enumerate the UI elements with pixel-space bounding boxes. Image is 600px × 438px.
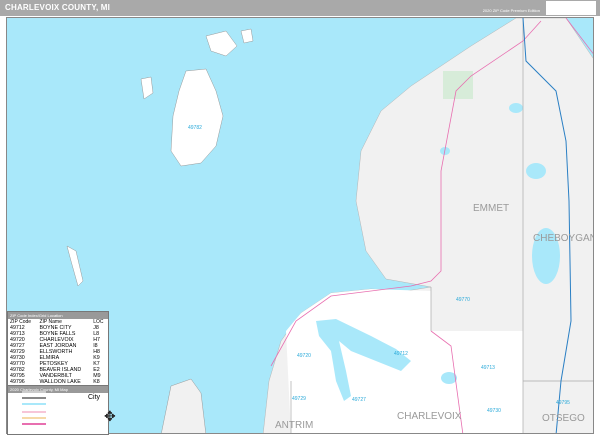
zip-label-49730: 49730: [487, 408, 501, 414]
legend-title: ZIP Code Index/Grid Location: [8, 312, 108, 319]
garden-island: [205, 30, 238, 57]
zip-label-49727: 49727: [352, 397, 366, 403]
map-header: CHARLEVOIX COUNTY, MI 2020 ZIP Code Prem…: [0, 0, 600, 16]
zip-label-49720: 49720: [297, 353, 311, 359]
zip-label-49795: 49795: [556, 400, 570, 406]
zip-label-49713: 49713: [481, 365, 495, 371]
key-symbols: [22, 391, 46, 425]
hog-island: [240, 28, 254, 44]
high-island: [140, 76, 154, 100]
zip-label-49770: 49770: [456, 297, 470, 303]
zip-label-49782: 49782: [188, 125, 202, 131]
zip-index-table: ZIP Code ZIP Name LOC 49712 BOYNE CITY J8 4…: [8, 319, 108, 385]
county-label-cheboygan: CHEBOYGAN: [533, 233, 594, 244]
publisher-logo: [546, 1, 596, 15]
map-title: CHARLEVOIX COUNTY, MI: [5, 3, 111, 12]
compass-rose-icon: ✥: [104, 408, 116, 424]
zip-label-49712: 49712: [394, 351, 408, 357]
county-label-antrim: ANTRIM: [275, 420, 314, 431]
beaver-island: [170, 68, 224, 167]
county-label-otsego: OTSEGO: [542, 413, 585, 424]
bottom-left-land: [161, 378, 207, 433]
zip-index-legend: ZIP Code Index/Grid Location ZIP Code ZI…: [7, 311, 109, 435]
key-city-label: City: [88, 394, 101, 401]
zip-label-49729: 49729: [292, 396, 306, 402]
county-label-charlevoix: CHARLEVOIX: [397, 411, 462, 422]
map-key: 2020 Charlevoix County, MI Map City: [8, 385, 108, 438]
county-label-emmet: EMMET: [473, 203, 510, 214]
south-fox-island: [66, 245, 84, 287]
edition-label: 2020 ZIP Code Premium Edition: [482, 8, 540, 13]
